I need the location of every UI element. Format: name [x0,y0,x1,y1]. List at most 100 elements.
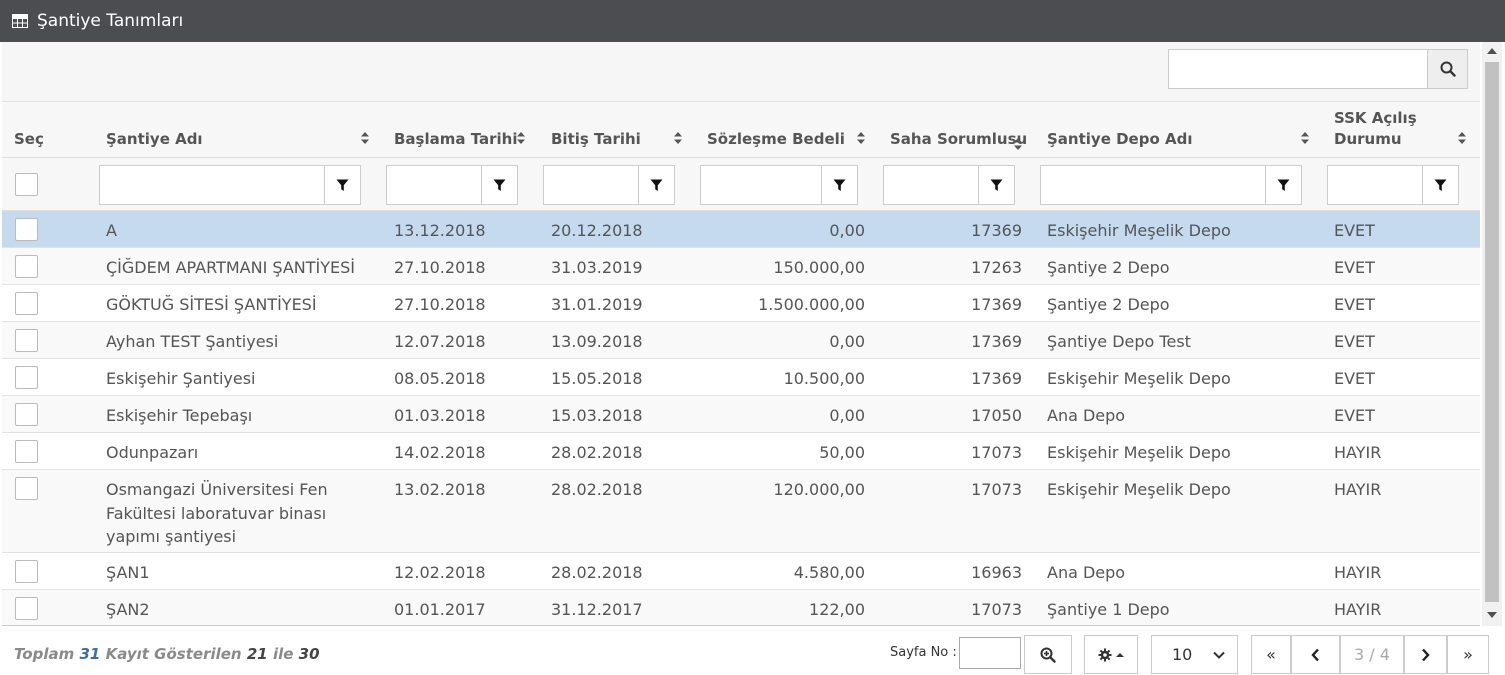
cell-ssk: HAYIR [1334,443,1382,462]
cell-ssk: EVET [1334,295,1375,314]
filter-input-baslama[interactable] [387,166,481,204]
cell-bitis: 28.02.2018 [551,480,643,499]
page-size-value: 10 [1172,645,1193,664]
table-row[interactable]: Odunpazarı 14.02.2018 28.02.2018 50,00 17073… [2,433,1480,470]
sort-icon[interactable] [1457,131,1467,145]
row-checkbox[interactable] [15,292,38,315]
table-row[interactable]: Osmangazi Üniversitesi Fen Fakültesi lab… [2,470,1480,553]
table-row[interactable]: Eskişehir Şantiyesi 08.05.2018 15.05.2018 1… [2,359,1480,396]
row-checkbox[interactable] [15,560,38,583]
caret-up-icon [1115,652,1124,657]
sort-icon[interactable] [1013,137,1023,151]
filter-button-sorumlu[interactable] [978,166,1014,204]
cell-baslama: 08.05.2018 [394,369,486,388]
filter-button-baslama[interactable] [481,166,517,204]
filter-icon [1434,179,1447,192]
cell-sorumlu: 16963 [971,563,1022,582]
filter-ssk [1327,165,1459,205]
cell-bedel: 0,00 [829,406,865,425]
cell-sorumlu: 17369 [971,332,1022,351]
row-checkbox[interactable] [15,218,38,241]
table-row[interactable]: A 13.12.2018 20.12.2018 0,00 17369 Eskişehir … [2,211,1480,248]
filter-button-ssk[interactable] [1422,166,1458,204]
next-page-button[interactable] [1404,635,1447,674]
cell-bitis: 28.02.2018 [551,443,643,462]
filter-input-ssk[interactable] [1328,166,1422,204]
filter-button-ad[interactable] [324,166,360,204]
sort-icon[interactable] [673,131,683,145]
scroll-down-arrow[interactable] [1487,612,1497,618]
table-row[interactable]: ŞAN1 12.02.2018 28.02.2018 4.580,00 16963 Ana… [2,553,1480,590]
column-header-ad[interactable]: Şantiye Adı [106,102,356,158]
filter-depo [1040,165,1302,205]
scrollbar-thumb[interactable] [1485,62,1499,602]
first-page-label: « [1266,645,1276,664]
table-row[interactable]: GÖKTUĞ SİTESİ ŞANTİYESİ 27.10.2018 31.01.2… [2,285,1480,322]
filter-input-depo[interactable] [1041,166,1265,204]
filter-input-bitis[interactable] [544,166,638,204]
cell-ssk: HAYIR [1334,480,1382,499]
page-size-select[interactable]: 10 [1151,635,1238,674]
cell-bitis: 15.05.2018 [551,369,643,388]
row-checkbox[interactable] [15,329,38,352]
scroll-up-arrow[interactable] [1487,48,1497,54]
cell-ad: GÖKTUĞ SİTESİ ŞANTİYESİ [106,295,317,314]
search-button[interactable] [1427,49,1468,89]
filter-button-bitis[interactable] [638,166,674,204]
row-checkbox[interactable] [15,440,38,463]
row-checkbox[interactable] [15,366,38,389]
sort-icon[interactable] [856,131,866,145]
filter-input-sorumlu[interactable] [884,166,978,204]
cell-baslama: 01.03.2018 [394,406,486,425]
column-header-bitis[interactable]: Bitiş Tarihi [551,102,701,158]
filter-row [2,158,1480,211]
column-header-depo[interactable]: Şantiye Depo Adı [1047,102,1297,158]
sort-icon[interactable] [360,131,370,145]
table-row[interactable]: ŞAN2 01.01.2017 31.12.2017 122,00 17073 Şanti… [2,590,1480,625]
table-row[interactable]: Eskişehir Tepebaşı 01.03.2018 15.03.2018 0,… [2,396,1480,433]
column-header-baslama[interactable]: Başlama Tarihi [394,102,554,158]
cell-sorumlu: 17073 [971,480,1022,499]
cell-bedel: 50,00 [819,443,865,462]
prev-page-button[interactable] [1291,635,1340,674]
last-page-label: » [1463,645,1473,664]
summary-total: 31 [79,645,101,663]
filter-bitis [543,165,675,205]
cell-ad: A [106,221,117,240]
cell-baslama: 27.10.2018 [394,295,486,314]
column-header-ssk[interactable]: SSK Açılış Durumu [1334,102,1434,158]
filter-input-ad[interactable] [100,166,324,204]
cell-sorumlu: 17050 [971,406,1022,425]
filter-input-bedel[interactable] [701,166,821,204]
table-row[interactable]: Ayhan TEST Şantiyesi 12.07.2018 13.09.2018… [2,322,1480,359]
page-number-input[interactable] [959,637,1021,669]
filter-icon [650,179,663,192]
page-indicator-label: 3 / 4 [1354,645,1390,664]
filter-button-depo[interactable] [1265,166,1301,204]
table-row[interactable]: ÇİĞDEM APARTMANI ŞANTİYESİ 27.10.2018 31.0… [2,248,1480,285]
column-header-bedel[interactable]: Sözleşme Bedeli [707,102,877,158]
cell-bedel: 122,00 [809,600,865,619]
row-checkbox[interactable] [15,255,38,278]
search-input[interactable] [1168,49,1428,89]
first-page-button[interactable]: « [1251,635,1291,674]
sort-icon[interactable] [1300,131,1310,145]
settings-dropdown-button[interactable] [1084,635,1138,674]
vertical-scrollbar[interactable] [1482,42,1502,626]
go-to-page-button[interactable] [1024,635,1072,674]
sort-icon[interactable] [516,131,526,145]
last-page-button[interactable]: » [1447,635,1489,674]
row-checkbox[interactable] [15,597,38,620]
cell-depo: Ana Depo [1047,406,1126,425]
cell-ssk: HAYIR [1334,563,1382,582]
cell-ssk: EVET [1334,406,1375,425]
row-checkbox[interactable] [15,403,38,426]
window-title: Şantiye Tanımları [37,11,184,31]
filter-button-bedel[interactable] [821,166,857,204]
filter-bedel [700,165,858,205]
row-checkbox[interactable] [15,477,38,500]
select-all-checkbox[interactable] [15,173,38,196]
gear-icon [1098,648,1111,661]
column-header-sorumlu[interactable]: Saha Sorumlusu [890,102,1030,158]
column-header-label: Sözleşme Bedeli [707,130,845,148]
